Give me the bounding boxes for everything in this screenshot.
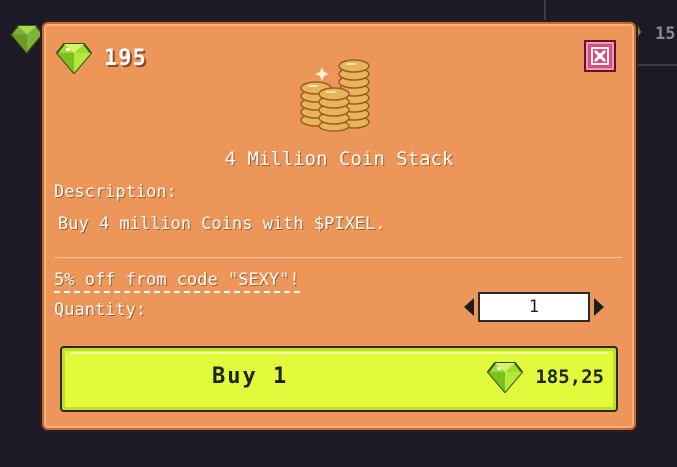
gem-icon bbox=[487, 362, 524, 393]
background-gem-count: 15 bbox=[655, 24, 676, 44]
divider bbox=[54, 257, 622, 258]
item-title: 4 Million Coin Stack bbox=[224, 148, 454, 170]
buy-button[interactable]: Buy 1 185,25 bbox=[60, 346, 618, 412]
purchase-dialog: 195 4 Million Coin Stack Description: Bu… bbox=[42, 22, 636, 430]
description-label: Description: bbox=[54, 182, 177, 202]
gem-balance: 195 bbox=[56, 42, 147, 74]
arrow-left-icon[interactable] bbox=[464, 298, 474, 316]
quantity-stepper bbox=[464, 292, 604, 322]
description-text: Buy 4 million Coins with $PIXEL. bbox=[58, 214, 386, 234]
gem-icon bbox=[56, 43, 92, 74]
gem-balance-value: 195 bbox=[104, 45, 147, 71]
price: 185,25 bbox=[487, 361, 604, 393]
promo-code-link[interactable]: 5% off from code "SEXY"! bbox=[54, 270, 300, 293]
close-icon bbox=[591, 47, 609, 65]
arrow-right-icon[interactable] bbox=[594, 298, 604, 316]
gem-icon bbox=[10, 24, 44, 54]
quantity-label: Quantity: bbox=[54, 300, 147, 320]
price-value: 185,25 bbox=[535, 366, 604, 388]
quantity-input[interactable] bbox=[478, 292, 590, 322]
close-button[interactable] bbox=[584, 40, 616, 72]
buy-button-label: Buy 1 bbox=[212, 364, 289, 389]
coin-stack-icon bbox=[300, 59, 370, 132]
